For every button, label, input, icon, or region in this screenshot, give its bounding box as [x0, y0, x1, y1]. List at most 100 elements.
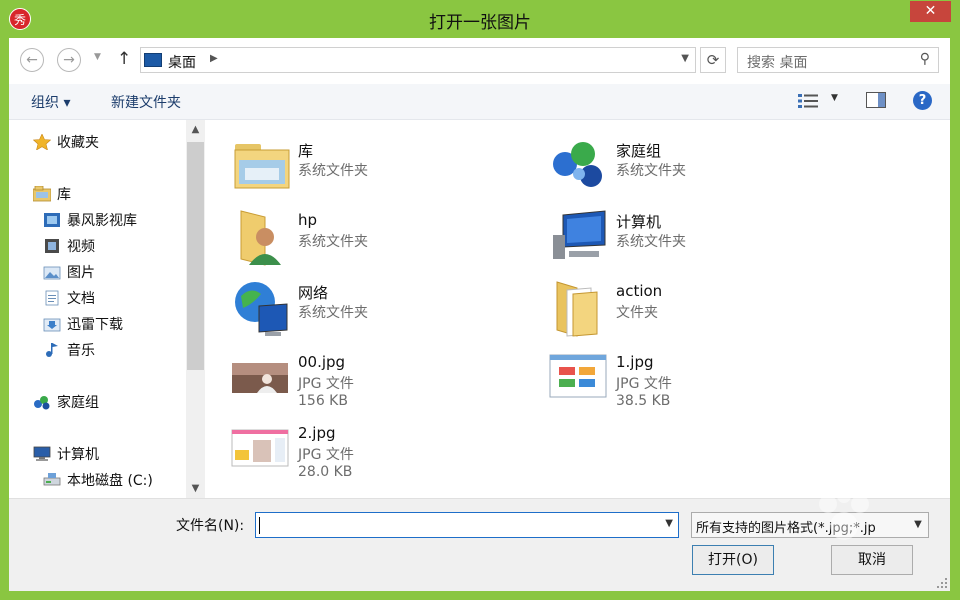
sidebar-item-baofeng-library[interactable]: 暴风影视库 — [43, 210, 137, 234]
file-list: 库 系统文件夹 家庭组 系统文件夹 hp 系统文件夹 计算机 系统文件夹 网络 … — [205, 120, 950, 498]
library-icon — [33, 186, 51, 202]
dialog-client: ← → ▼ ↑ 桌面 ▶ ▼ ⟳ 搜索 桌面 ⚲ 组织 ▾ 新建文件夹 ▼ ? … — [9, 38, 950, 591]
preview-pane-icon[interactable] — [866, 92, 886, 108]
address-bar[interactable]: 桌面 ▶ ▼ — [140, 47, 696, 73]
search-icon[interactable]: ⚲ — [920, 51, 930, 67]
sidebar-item-homegroup[interactable]: 家庭组 — [33, 392, 99, 416]
sidebar-item-label: 迅雷下载 — [67, 317, 123, 333]
file-name-panel: 文件名(N): ▼ 所有支持的图片格式(*.jpg;*.jp ▼ 打开(O) 取… — [9, 498, 950, 591]
user-folder-icon — [240, 210, 281, 266]
organize-button[interactable]: 组织 ▾ — [31, 92, 70, 112]
file-type: 系统文件夹 — [616, 163, 686, 179]
filetype-dropdown-icon[interactable]: ▼ — [908, 513, 928, 537]
file-type: 系统文件夹 — [616, 234, 686, 250]
music-icon — [46, 343, 58, 357]
sidebar-item-local-disk-c[interactable]: 本地磁盘 (C:) — [43, 470, 153, 494]
up-arrow-icon[interactable]: ↑ — [117, 49, 131, 69]
file-name: 库 — [298, 142, 314, 160]
sidebar-item-xunlei-download[interactable]: 迅雷下载 — [43, 314, 123, 338]
list-item[interactable]: 1.jpg JPG 文件 38.5 KB — [523, 349, 823, 413]
image-thumbnail-icon — [232, 363, 288, 393]
sidebar-scrollbar[interactable]: ▲ ▼ — [186, 120, 205, 498]
file-size: 28.0 KB — [298, 464, 353, 480]
sidebar-item-label: 计算机 — [57, 447, 99, 463]
file-size: 38.5 KB — [616, 393, 671, 409]
sidebar-item-label: 文档 — [67, 291, 95, 307]
file-type: 系统文件夹 — [298, 234, 368, 250]
breadcrumb-chevron-icon[interactable]: ▶ — [210, 53, 218, 64]
navigation-bar: ← → ▼ ↑ 桌面 ▶ ▼ ⟳ 搜索 桌面 ⚲ — [9, 38, 950, 84]
sidebar-item-music[interactable]: 音乐 — [43, 340, 95, 364]
computer-icon — [33, 446, 51, 461]
refresh-button[interactable]: ⟳ — [700, 47, 726, 73]
address-breadcrumb[interactable]: 桌面 — [168, 52, 196, 72]
image-thumbnail-icon — [231, 429, 289, 467]
new-folder-button[interactable]: 新建文件夹 — [111, 92, 181, 112]
filename-dropdown-icon[interactable]: ▼ — [665, 518, 673, 529]
list-item[interactable]: hp 系统文件夹 — [205, 207, 505, 271]
help-icon[interactable]: ? — [913, 91, 932, 110]
address-dropdown-icon[interactable]: ▼ — [681, 53, 689, 64]
view-options-icon[interactable] — [797, 93, 819, 109]
star-icon — [33, 134, 51, 150]
dialog-title: 打开一张图片 — [429, 13, 531, 33]
file-name: 2.jpg — [298, 424, 336, 442]
recent-locations-chevron-icon[interactable]: ▼ — [94, 52, 101, 62]
open-button[interactable]: 打开(O) — [692, 545, 774, 575]
list-item[interactable]: 2.jpg JPG 文件 28.0 KB — [205, 420, 505, 484]
homegroup-icon — [553, 142, 602, 187]
list-item[interactable]: 家庭组 系统文件夹 — [523, 136, 823, 200]
command-toolbar: 组织 ▾ 新建文件夹 ▼ ? — [9, 84, 950, 120]
sidebar-item-pictures[interactable]: 图片 — [43, 262, 95, 286]
file-name: 家庭组 — [616, 142, 662, 160]
filetype-select[interactable]: 所有支持的图片格式(*.jpg;*.jp ▼ — [691, 512, 929, 538]
sidebar-item-label: 库 — [57, 187, 71, 203]
computer-icon — [553, 210, 606, 259]
file-type: JPG 文件 — [298, 447, 354, 463]
view-dropdown-icon[interactable]: ▼ — [831, 93, 838, 103]
title-bar[interactable]: 秀 打开一张图片 ✕ — [0, 0, 960, 38]
list-item[interactable]: action 文件夹 — [523, 278, 823, 342]
cancel-button[interactable]: 取消 — [831, 545, 913, 575]
library-icon — [234, 144, 290, 189]
network-icon — [235, 282, 288, 336]
close-button[interactable]: ✕ — [910, 1, 951, 22]
video-library-icon — [44, 213, 60, 227]
list-item[interactable]: 计算机 系统文件夹 — [523, 207, 823, 271]
sidebar-item-videos[interactable]: 视频 — [43, 236, 95, 260]
file-type: 系统文件夹 — [298, 163, 368, 179]
file-name: 1.jpg — [616, 353, 654, 371]
drive-icon — [43, 473, 61, 486]
sidebar-item-documents[interactable]: 文档 — [43, 288, 95, 312]
desktop-icon — [144, 53, 162, 67]
scroll-up-arrow-icon[interactable]: ▲ — [186, 124, 205, 135]
file-name: 网络 — [298, 284, 329, 302]
file-type: JPG 文件 — [616, 376, 672, 392]
list-item[interactable]: 网络 系统文件夹 — [205, 278, 505, 342]
scroll-down-arrow-icon[interactable]: ▼ — [186, 483, 205, 494]
file-name: 00.jpg — [298, 353, 346, 371]
file-name: hp — [298, 211, 318, 229]
filetype-value: 所有支持的图片格式(*.jpg;*.jp — [696, 521, 876, 536]
file-type: 系统文件夹 — [298, 305, 368, 321]
file-size: 156 KB — [298, 393, 348, 409]
back-button[interactable]: ← — [20, 48, 44, 72]
navigation-pane: 收藏夹 库 暴风影视库 视频 图片 文档 迅雷下载 音乐 家庭组 计算机 本地磁… — [9, 120, 205, 498]
sidebar-item-computer[interactable]: 计算机 — [33, 444, 99, 468]
resize-grip-icon[interactable] — [936, 577, 948, 589]
download-icon — [43, 318, 61, 332]
sidebar-item-label: 暴风影视库 — [67, 213, 137, 229]
list-item[interactable]: 00.jpg JPG 文件 156 KB — [205, 349, 505, 413]
file-type: JPG 文件 — [298, 376, 354, 392]
forward-button[interactable]: → — [57, 48, 81, 72]
image-thumbnail-icon — [549, 354, 607, 398]
file-name: 计算机 — [616, 213, 662, 231]
list-item[interactable]: 库 系统文件夹 — [205, 136, 505, 200]
search-input[interactable]: 搜索 桌面 ⚲ — [737, 47, 939, 73]
sidebar-item-favorites[interactable]: 收藏夹 — [33, 132, 99, 156]
scrollbar-thumb[interactable] — [187, 142, 204, 370]
sidebar-item-label: 音乐 — [67, 343, 95, 359]
filename-input[interactable]: ▼ — [255, 512, 679, 538]
sidebar-item-label: 图片 — [67, 265, 95, 281]
sidebar-item-library[interactable]: 库 — [33, 184, 71, 208]
